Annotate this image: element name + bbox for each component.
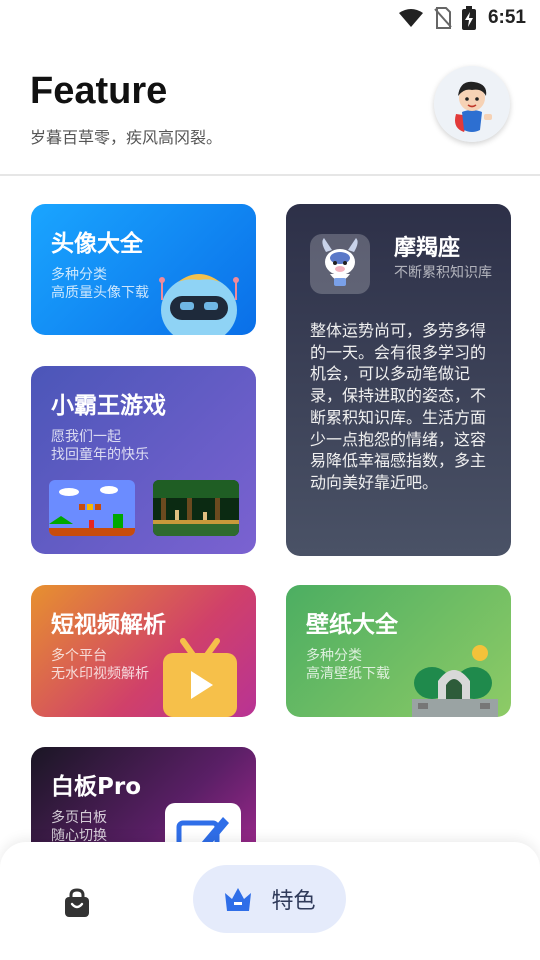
zodiac-name: 摩羯座 (394, 236, 461, 261)
card-desc-2: 找回童年的快乐 (51, 447, 149, 463)
avatar[interactable] (434, 66, 510, 142)
header-divider (0, 174, 540, 176)
shopping-bag-icon (65, 888, 89, 917)
card-desc-1: 多个平台 (51, 648, 107, 664)
nav-item-feature[interactable]: 特色 (193, 865, 346, 933)
zodiac-tagline: 不断累积知识库 (394, 265, 492, 281)
card-title: 短视频解析 (51, 612, 166, 638)
superhero-avatar-icon (434, 66, 510, 142)
page-subtitle: 岁暮百草零，疾风高冈裂。 (30, 128, 223, 147)
garden-gate-icon (412, 645, 498, 717)
card-short-video-parse[interactable]: 短视频解析 多个平台 无水印视频解析 (31, 585, 256, 717)
card-desc-1: 多种分类 (306, 648, 362, 664)
no-sim-icon (434, 7, 452, 29)
card-desc-1: 多种分类 (51, 267, 107, 283)
nav-item-shop[interactable] (58, 884, 96, 922)
status-time: 6:51 (487, 7, 526, 28)
card-retro-games[interactable]: 小霸王游戏 愿我们一起 找回童年的快乐 (31, 366, 256, 554)
page-title: Feature (30, 70, 168, 112)
zodiac-fortune-text: 整体运势尚可，多劳多得的一天。会有很多学习的机会，可以多动笔做记录，保持进取的姿… (310, 321, 487, 492)
robot-icon (159, 274, 239, 335)
card-desc-2: 高质量头像下载 (51, 285, 149, 301)
card-title: 头像大全 (51, 231, 143, 257)
contra-screenshot (153, 480, 239, 536)
status-bar: 6:51 (0, 0, 540, 36)
card-desc-1: 多页白板 (51, 810, 107, 826)
capricorn-goat-icon (322, 238, 358, 286)
card-desc-2: 高清壁纸下载 (306, 666, 390, 682)
mario-screenshot (49, 480, 135, 536)
battery-charging-icon (461, 6, 476, 30)
crown-icon (225, 888, 252, 911)
wifi-icon (398, 9, 423, 27)
card-title: 白板Pro (51, 774, 142, 800)
card-wallpaper-collection[interactable]: 壁纸大全 多种分类 高清壁纸下载 (286, 585, 511, 717)
status-icons: 6:51 (398, 6, 526, 30)
contra-scene-icon (153, 480, 239, 536)
mario-scene-icon (49, 480, 135, 536)
tv-play-icon (163, 638, 237, 717)
card-title: 壁纸大全 (306, 612, 398, 638)
card-avatar-collection[interactable]: 头像大全 多种分类 高质量头像下载 (31, 204, 256, 335)
header: Feature 岁暮百草零，疾风高冈裂。 (0, 60, 540, 174)
zodiac-icon-box (310, 234, 370, 294)
card-zodiac-capricorn[interactable]: 摩羯座 不断累积知识库 整体运势尚可，多劳多得的一天。会有很多学习的机会，可以多… (286, 204, 511, 556)
card-desc-2: 无水印视频解析 (51, 666, 149, 682)
bottom-nav: 特色 (0, 842, 540, 960)
card-title: 小霸王游戏 (51, 393, 166, 419)
nav-item-label: 特色 (271, 889, 316, 914)
card-desc-1: 愿我们一起 (51, 429, 121, 445)
